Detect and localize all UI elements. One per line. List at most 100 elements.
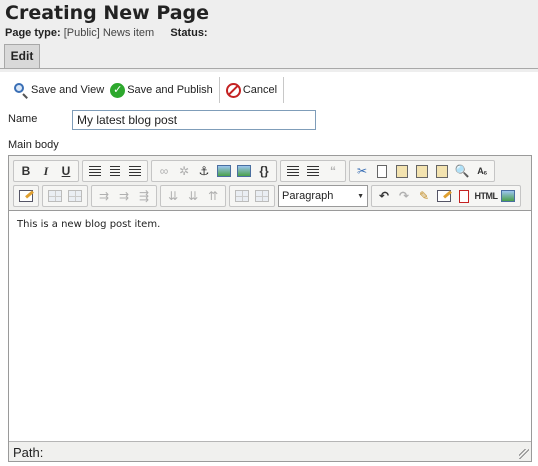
align-center-icon (110, 166, 120, 176)
editor-content-area[interactable]: This is a new blog post item. (9, 210, 531, 442)
paste-word-button[interactable] (432, 161, 452, 181)
table-props-button[interactable] (45, 186, 65, 206)
spellcheck-button[interactable]: A₆ (472, 161, 492, 181)
edit-group (13, 185, 39, 207)
source-button[interactable]: {} (254, 161, 274, 181)
copy-button[interactable] (372, 161, 392, 181)
unlink-icon: ✲ (178, 164, 190, 178)
align-right-button[interactable] (125, 161, 145, 181)
delete-row-icon: ⇶ (138, 189, 150, 203)
cancel-label: Cancel (242, 84, 278, 96)
undo-button[interactable]: ↶ (374, 186, 394, 206)
main-body-label: Main body (8, 139, 59, 151)
image-icon (217, 165, 231, 177)
bold-button[interactable]: B (16, 161, 36, 181)
numbered-list-icon (307, 166, 319, 176)
italic-icon: I (43, 163, 49, 178)
italic-button[interactable]: I (36, 161, 56, 181)
resize-grip-icon[interactable] (519, 449, 529, 459)
insert-col-after-button[interactable]: ⇊ (183, 186, 203, 206)
table-props-icon (48, 190, 62, 202)
checkmark-icon: ✓ (110, 82, 126, 98)
anchor-button[interactable]: ⚓ (194, 161, 214, 181)
remove-format-icon (459, 189, 469, 203)
find-icon: 🔍 (454, 164, 470, 178)
name-input[interactable] (72, 110, 316, 130)
tab-edit[interactable]: Edit (4, 44, 40, 68)
save-and-view-button[interactable]: Save and View (10, 82, 107, 99)
page-type-value: [Public] News item (63, 27, 155, 39)
column-group: ⇊ ⇊ ⇈ (160, 185, 226, 207)
properties-button[interactable] (434, 186, 454, 206)
editor-toolbar-row-2: ⇉ ⇉ ⇶ ⇊ ⇊ ⇈ Paragraph ▼ ↶ ↷ ✎ HTML (13, 185, 524, 207)
broom-icon: ✎ (418, 189, 430, 203)
redo-icon: ↷ (398, 189, 410, 203)
edit-icon (19, 190, 33, 202)
list-group: “ (280, 160, 346, 182)
insert-col-before-icon: ⇊ (167, 189, 179, 203)
cleanup-button[interactable]: ✎ (414, 186, 434, 206)
cut-button[interactable]: ✂ (352, 161, 372, 181)
history-group: ↶ ↷ ✎ HTML (371, 185, 521, 207)
editor-toolbar-row-1: B I U ∞ ✲ ⚓ {} “ ✂ 🔍 A₆ (13, 160, 498, 182)
find-button[interactable]: 🔍 (452, 161, 472, 181)
redo-button[interactable]: ↷ (394, 186, 414, 206)
save-and-view-label: Save and View (31, 84, 105, 96)
bullet-list-button[interactable] (283, 161, 303, 181)
cell-props-button[interactable] (65, 186, 85, 206)
edit-button[interactable] (16, 186, 36, 206)
row-group: ⇉ ⇉ ⇶ (91, 185, 157, 207)
split-cells-button[interactable] (232, 186, 252, 206)
text-style-group: B I U (13, 160, 79, 182)
header-divider (0, 68, 538, 69)
page-meta: Page type: [Public] News item Status: (5, 27, 208, 39)
magnifier-icon (13, 82, 29, 99)
align-left-button[interactable] (85, 161, 105, 181)
link-button[interactable]: ∞ (154, 161, 174, 181)
paste-button[interactable] (392, 161, 412, 181)
insert-row-before-button[interactable]: ⇉ (94, 186, 114, 206)
action-bar: Save and View ✓ Save and Publish Cancel (10, 77, 287, 103)
delete-col-button[interactable]: ⇈ (203, 186, 223, 206)
image-button[interactable] (214, 161, 234, 181)
cancel-button[interactable]: Cancel (223, 82, 280, 98)
properties-icon (437, 190, 451, 202)
split-cells-icon (235, 190, 249, 202)
format-select[interactable]: Paragraph ▼ (278, 185, 368, 207)
insert-col-before-button[interactable]: ⇊ (163, 186, 183, 206)
media-button[interactable] (234, 161, 254, 181)
remove-format-button[interactable] (454, 186, 474, 206)
paste-text-icon (416, 164, 428, 178)
underline-icon: U (61, 164, 71, 178)
merge-cells-icon (255, 190, 269, 202)
numbered-list-button[interactable] (303, 161, 323, 181)
underline-button[interactable]: U (56, 161, 76, 181)
unlink-button[interactable]: ✲ (174, 161, 194, 181)
chevron-down-icon: ▼ (357, 192, 364, 200)
scissors-icon: ✂ (356, 164, 368, 178)
rich-text-editor: B I U ∞ ✲ ⚓ {} “ ✂ 🔍 A₆ ⇉ ⇉ ⇶ ⇊ ⇊ ⇈ Para… (8, 155, 532, 462)
cancel-icon (225, 82, 241, 98)
code-icon: {} (259, 164, 269, 178)
paste-text-button[interactable] (412, 161, 432, 181)
action-separator (283, 77, 285, 103)
delete-row-button[interactable]: ⇶ (134, 186, 154, 206)
fullscreen-button[interactable] (498, 186, 518, 206)
paste-word-icon (436, 164, 448, 178)
align-center-button[interactable] (105, 161, 125, 181)
insert-row-after-button[interactable]: ⇉ (114, 186, 134, 206)
page-type-label: Page type: (5, 27, 61, 39)
insert-row-after-icon: ⇉ (118, 189, 130, 203)
copy-icon (377, 164, 387, 178)
status-label: Status: (170, 27, 208, 39)
save-and-publish-button[interactable]: ✓ Save and Publish (107, 82, 216, 98)
table-group (42, 185, 88, 207)
link-icon: ∞ (159, 164, 169, 178)
merge-cells-button[interactable] (252, 186, 272, 206)
delete-col-icon: ⇈ (207, 189, 219, 203)
clipboard-group: ✂ 🔍 A₆ (349, 160, 495, 182)
merge-group (229, 185, 275, 207)
blockquote-button[interactable]: “ (323, 161, 343, 181)
path-label: Path: (13, 445, 44, 460)
html-source-button[interactable]: HTML (474, 186, 499, 206)
